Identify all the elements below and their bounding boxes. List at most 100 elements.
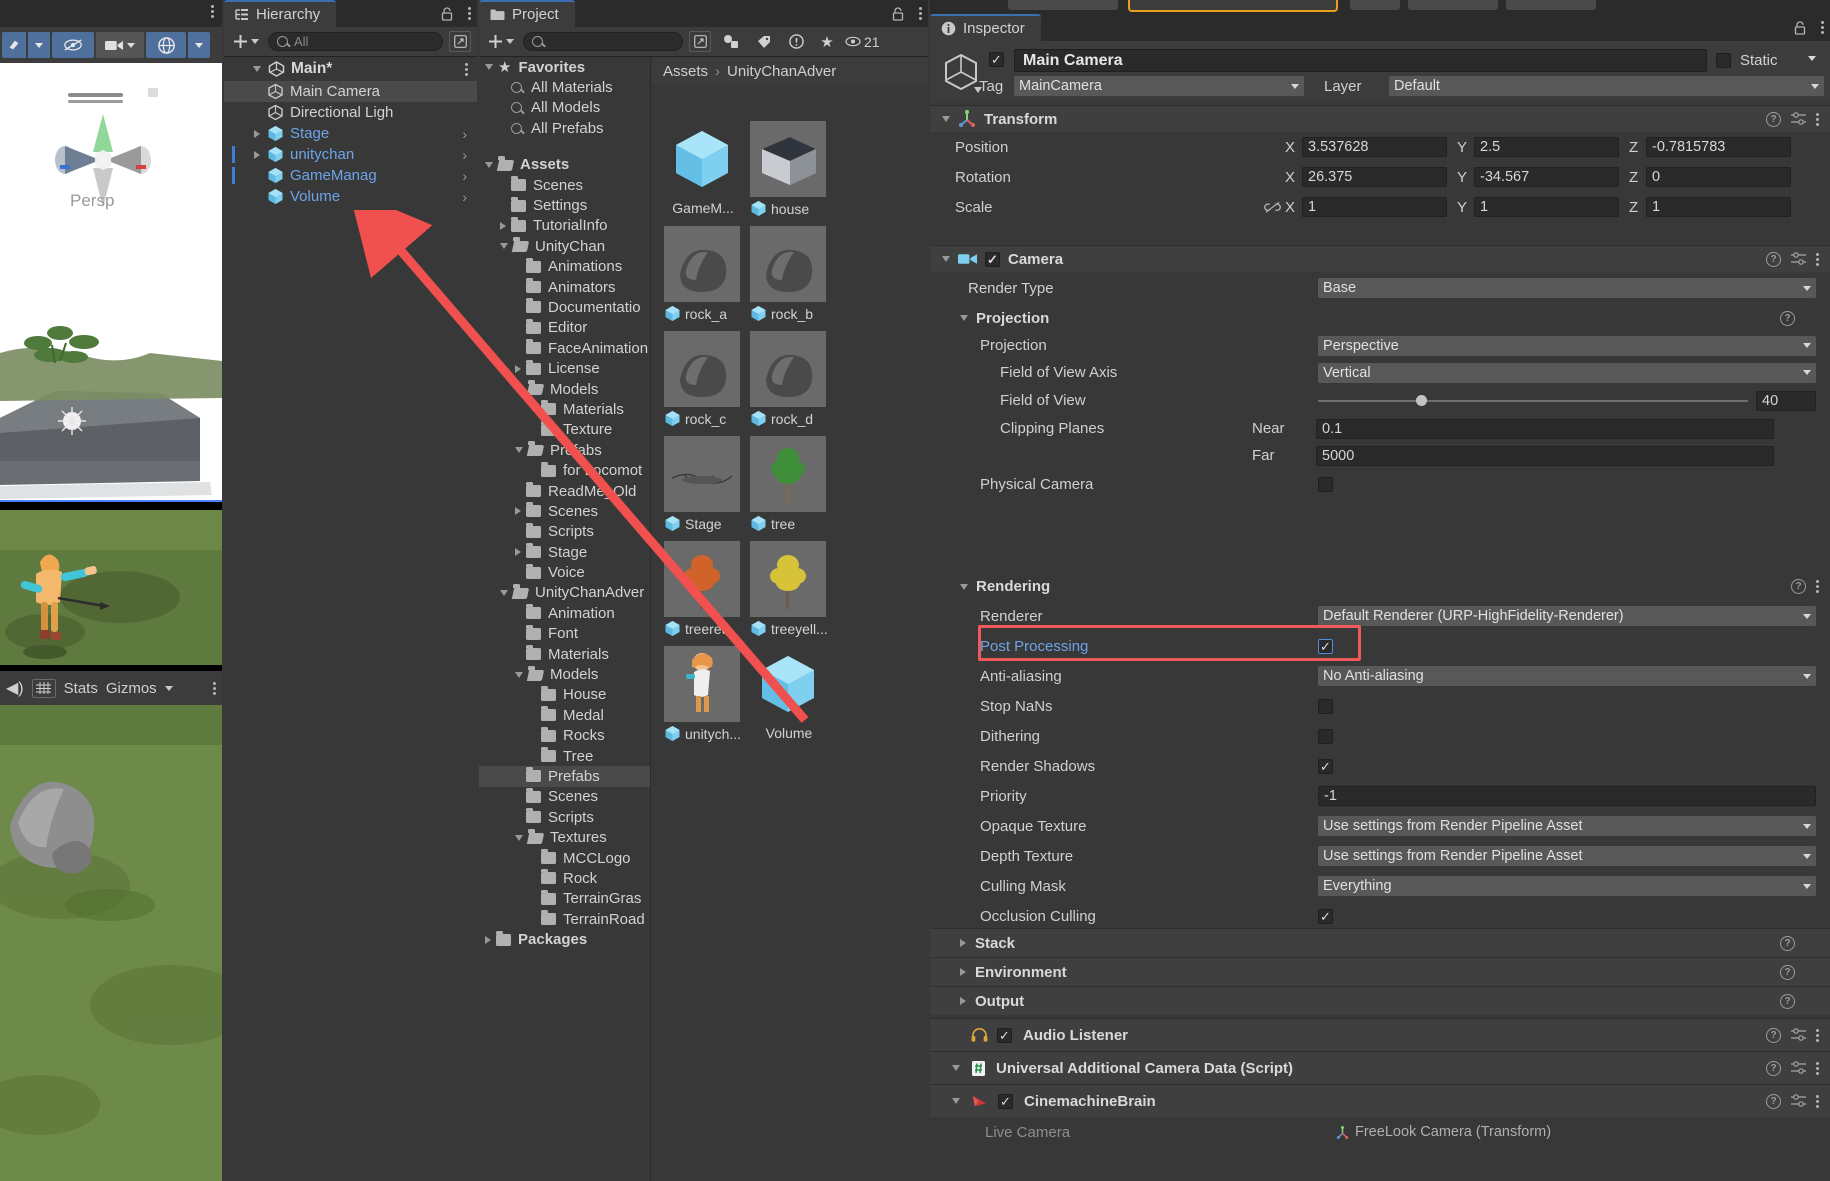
collapse-arrow-icon[interactable] [500, 243, 508, 249]
collapse-arrow-icon[interactable] [515, 835, 523, 841]
rendering-row-renderer[interactable]: RendererDefault Renderer (URP-HighFideli… [930, 601, 1830, 631]
camera-enabled-checkbox[interactable]: ✓ [985, 252, 1000, 267]
gizmo-dropdown-icon[interactable] [188, 32, 210, 58]
transform-position-z[interactable]: -0.7815783 [1646, 137, 1791, 157]
rendering-checkbox[interactable]: ✓ [1318, 909, 1333, 924]
component-foldout-icon[interactable] [952, 1098, 960, 1104]
project-expand-icon[interactable] [689, 31, 711, 52]
fov-slider[interactable] [1318, 391, 1748, 411]
transform-preset-icon[interactable] [1791, 112, 1806, 126]
projection-group-header[interactable]: Projection ? [930, 304, 1830, 332]
project-tree-item-unitychanadver[interactable]: UnityChanAdver [479, 583, 650, 603]
project-tree-item-animation[interactable]: Animation [479, 603, 650, 623]
camera-menu-icon[interactable] [1816, 253, 1819, 266]
transform-rotation-z[interactable]: 0 [1646, 167, 1791, 187]
group-expand-arrow-icon[interactable] [960, 939, 966, 947]
hierarchy-menu-icon[interactable] [468, 7, 471, 20]
fov-row[interactable]: Field of View 40 [930, 386, 1830, 415]
scene-toolbar-menu-icon[interactable] [213, 682, 216, 695]
transform-help-icon[interactable]: ? [1766, 112, 1781, 127]
toolbar-btn-3[interactable] [1408, 0, 1498, 10]
static-dropdown-icon[interactable] [1808, 56, 1816, 61]
asset-thumbnail[interactable] [664, 331, 740, 407]
asset-thumbnail[interactable] [750, 226, 826, 302]
asset-item[interactable]: rock_c [664, 331, 742, 427]
hierarchy-search-input[interactable]: All [268, 32, 443, 51]
physical-camera-checkbox[interactable] [1318, 477, 1333, 492]
camera-header[interactable]: ✓ Camera ? [930, 245, 1830, 272]
component-enabled-checkbox[interactable]: ✓ [998, 1094, 1013, 1109]
project-tree-item-scripts[interactable]: Scripts [479, 807, 650, 827]
project-tree-item-terraingras[interactable]: TerrainGras [479, 889, 650, 909]
lock-icon[interactable] [437, 4, 456, 23]
asset-thumbnail[interactable] [750, 646, 826, 722]
component-help-icon[interactable]: ? [1766, 1094, 1781, 1109]
scene-viewport-top[interactable]: Persp [0, 63, 222, 500]
asset-item[interactable]: GameM... [664, 121, 742, 216]
rendering-header[interactable]: Rendering ? [930, 572, 1830, 601]
collapsed-group-environment[interactable]: Environment? [930, 957, 1830, 986]
warning-icon[interactable] [783, 31, 809, 53]
rendering-dropdown[interactable]: No Anti-aliasing [1318, 666, 1816, 686]
hierarchy-item-directional-ligh[interactable]: Directional Ligh [224, 102, 477, 123]
camera-foldout-icon[interactable] [942, 256, 950, 262]
component-menu-icon[interactable] [1816, 1062, 1819, 1075]
project-tree-item-texture[interactable]: Texture [479, 420, 650, 440]
transform-rotation-x[interactable]: 26.375 [1302, 167, 1447, 187]
favorite-star-icon[interactable]: ★ [815, 31, 839, 53]
asset-item[interactable]: treeyell... [750, 541, 828, 637]
asset-thumbnail[interactable] [664, 226, 740, 302]
expand-arrow-icon[interactable] [485, 936, 491, 944]
rendering-dropdown[interactable]: Use settings from Render Pipeline Asset [1318, 846, 1816, 866]
gizmo-persp-toggle[interactable] [148, 88, 158, 97]
component-preset-icon[interactable] [1791, 1094, 1806, 1108]
project-tree-item-scenes[interactable]: Scenes [479, 175, 650, 195]
gameobject-icon[interactable] [938, 49, 984, 95]
rendering-row-culling-mask[interactable]: Culling MaskEverything [930, 871, 1830, 901]
view-gizmo[interactable] [48, 83, 158, 193]
component-universal-additional-camera-data-script[interactable]: Universal Additional Camera Data (Script… [930, 1051, 1830, 1084]
group-help-icon[interactable]: ? [1780, 965, 1795, 980]
project-tree-item-textures[interactable]: Textures [479, 827, 650, 847]
hierarchy-tree[interactable]: Main* Main Camera Directional Ligh Stage… [224, 57, 477, 207]
collapse-arrow-icon[interactable] [485, 162, 493, 168]
rendering-dropdown[interactable]: Default Renderer (URP-HighFidelity-Rende… [1318, 606, 1816, 626]
component-help-icon[interactable]: ? [1766, 1061, 1781, 1076]
project-tree-item-scripts[interactable]: Scripts [479, 522, 650, 542]
scene-bottom-toolbar[interactable]: ◀) Stats Gizmos [0, 671, 222, 705]
project-tree-item-materials[interactable]: Materials [479, 644, 650, 664]
project-menu-icon[interactable] [919, 7, 922, 20]
project-tree-item-documentatio[interactable]: Documentatio [479, 297, 650, 317]
transform-scale-y[interactable]: 1 [1474, 197, 1619, 217]
rendering-row-occlusion-culling[interactable]: Occlusion Culling✓ [930, 901, 1830, 931]
group-expand-arrow-icon[interactable] [960, 968, 966, 976]
asset-item[interactable]: rock_b [750, 226, 828, 322]
project-tree-item-unitychan[interactable]: UnityChan [479, 236, 650, 256]
project-tree-item-mcclogo[interactable]: MCCLogo [479, 848, 650, 868]
tab-hierarchy[interactable]: Hierarchy [224, 0, 336, 27]
project-tree-item-tree[interactable]: Tree [479, 746, 650, 766]
rendering-row-stop-nans[interactable]: Stop NaNs [930, 691, 1830, 721]
transform-row-scale[interactable]: ScaleX1Y1Z1 [930, 192, 1830, 222]
project-tree-item-license[interactable]: License [479, 358, 650, 378]
rendering-checkbox[interactable] [1318, 699, 1333, 714]
project-tree-item-packages[interactable]: Packages [479, 929, 650, 949]
transform-header[interactable]: Transform ? [930, 105, 1830, 132]
project-tree-item-all-models[interactable]: All Models [479, 98, 650, 118]
project-tree-item-scenes[interactable]: Scenes [479, 787, 650, 807]
asset-item[interactable]: unitych... [664, 646, 742, 742]
project-tree-item-house[interactable]: House [479, 685, 650, 705]
rendering-row-dithering[interactable]: Dithering [930, 721, 1830, 751]
project-tree-item-prefabs[interactable]: Prefabs [479, 440, 650, 460]
projection-dropdown[interactable]: Perspective [1318, 336, 1816, 356]
scene-viewport-bottom[interactable] [0, 705, 222, 1181]
tag-dropdown[interactable]: MainCamera [1014, 76, 1304, 96]
camera-help-icon[interactable]: ? [1766, 252, 1781, 267]
project-tree-item-scenes[interactable]: Scenes [479, 501, 650, 521]
rendering-dropdown[interactable]: Everything [1318, 876, 1816, 896]
visible-count[interactable]: 21 [845, 34, 880, 50]
hierarchy-item-volume[interactable]: Volume› [224, 186, 477, 207]
project-lock-icon[interactable] [888, 4, 907, 23]
rendering-row-depth-texture[interactable]: Depth TextureUse settings from Render Pi… [930, 841, 1830, 871]
near-field[interactable]: 0.1 [1316, 419, 1774, 439]
